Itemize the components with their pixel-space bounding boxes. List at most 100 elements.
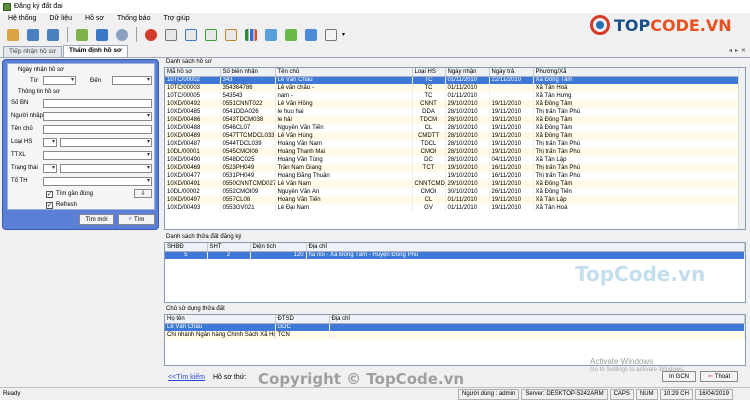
parcels-table[interactable]: SHBĐ SHT Diện tích Địa chỉ 5 2 120 ha noi - Xã… [164,242,746,303]
owners-column-header[interactable]: ĐTSD [275,315,330,324]
records-cell: 28/10/2010 [445,148,490,156]
records-cell: 19/11/2010 [489,140,534,148]
tab-tham-dinh[interactable]: Thẩm định hồ sơ [63,45,128,57]
ten-chu-input[interactable] [43,125,152,134]
records-row[interactable]: 10XD/00469 0523PH049 Trần Nam Giang TCT 19/1… [165,164,745,172]
records-row[interactable]: 10XD/00492 0551CNNT022 Lê Văn Hồng CNNT 29/1… [165,100,745,108]
approve-document-icon[interactable] [202,26,220,43]
menu-ho-so[interactable]: Hồ sơ [85,15,104,22]
records-cell: Xã Đồng Tâm [533,124,745,132]
menu-tro-giup[interactable]: Trợ giúp [163,15,189,22]
mail-icon[interactable] [322,26,340,43]
edit-document-icon[interactable] [182,26,200,43]
from-date-picker[interactable] [43,76,76,85]
date-range-label: Ngày nhận hồ sơ [18,67,64,73]
so-bn-input[interactable] [43,99,152,108]
bar-chart-icon[interactable] [242,26,260,43]
menu-he-thong[interactable]: Hệ thống [8,15,36,22]
tab-close-icon[interactable]: ✕ [741,47,746,54]
loai-hs-code-select[interactable] [43,138,57,147]
menu-du-lieu[interactable]: Dữ liệu [49,15,72,22]
refresh-checkbox[interactable]: ✓ [46,202,53,209]
owners-column-header[interactable]: Họ tên [165,315,276,324]
back-to-search-link[interactable]: <<Tìm kiếm [168,374,205,381]
parcels-column-header[interactable]: Địa chỉ [306,243,745,252]
records-row[interactable]: 10XD/00477 0531PH049 Hoàng Đăng Thuận 19/10… [165,172,745,180]
records-column-header[interactable]: Số biên nhận [220,68,276,77]
tab-tiep-nhan[interactable]: Tiếp nhận hồ sơ [3,46,63,57]
map-icon[interactable] [282,26,300,43]
ten-chu-label: Tên chủ [11,126,33,132]
tim-moi-button[interactable]: Tìm mới [79,214,114,225]
new-record-icon[interactable] [73,26,91,43]
chart-icon[interactable] [302,26,320,43]
records-row[interactable]: 10XD/00489 0547TTCMDCL033 Lê Văn Hùng CMDTT… [165,132,745,140]
records-cell: 0523PH049 [220,164,276,172]
parcels-column-header[interactable]: SHBĐ [165,243,208,252]
parcels-row[interactable]: 5 2 120 ha noi - Xã Đồng Tâm - Huyện Đồng P… [165,251,745,259]
records-row[interactable]: 10XD/00491 0550CNNTCMD027 Lê Văn Nam CNNTCM… [165,180,745,188]
move-down-button[interactable]: ⇩ [134,189,152,198]
open-icon[interactable] [4,26,22,43]
owners-column-header[interactable]: Địa chỉ [329,315,745,324]
owners-table[interactable]: Họ tên ĐTSD Địa chỉ Lê Văn Châu GDC Chi nhán… [164,314,746,366]
parcels-cell: ha noi - Xã Đồng Tâm - Huyện Đồng Phú [306,251,745,259]
records-cell: 10XD/00493 [165,204,221,212]
records-row[interactable]: 10TC/00002 343 Lê Văn Châu TC 01/11/2010 22/1… [165,76,745,84]
records-cell [489,92,534,100]
records-row[interactable]: 10XD/00487 0544TDCL039 Hoàng Văn Nam TDCL 28… [165,140,745,148]
mail-dropdown-arrow-icon[interactable]: ▾ [342,31,345,38]
records-column-header[interactable]: Ngày nhận [445,68,490,77]
records-cell: Thị trấn Tân Phú [533,108,745,116]
parcels-column-header[interactable]: Diện tích [250,243,307,252]
export-xml-icon[interactable] [24,26,42,43]
records-cell: 0552CMOI09 [220,188,276,196]
records-row[interactable]: 10XD/00493 0553GV021 Lê Đại Nam GV 01/11/201… [165,204,745,212]
records-cell: 10XD/00486 [165,116,221,124]
records-row[interactable]: 10XD/00490 0548DC025 Hoàng Văn Tùng DC 28/10… [165,156,745,164]
records-cell: 0551CNNT022 [220,100,276,108]
trang-thai-code-select[interactable] [43,164,57,173]
records-column-header[interactable]: Loại HS [412,68,446,77]
tab-next-icon[interactable]: ▸ [735,47,738,54]
import-xml-icon[interactable] [44,26,62,43]
owners-row[interactable]: Chi nhánh Ngân hàng Chính Sách Xã Hội TCN [165,331,745,339]
records-row[interactable]: 10XD/00488 0546CL07 Nguyễn Văn Tiến CL 28/10… [165,124,745,132]
tim-button[interactable]: ⌕ Tìm [118,214,155,225]
stop-icon[interactable] [142,26,160,43]
truck-icon[interactable] [93,26,111,43]
tab-prev-icon[interactable]: ◂ [729,47,732,54]
ttxl-select[interactable] [43,151,152,160]
records-row[interactable]: 10XD/00485 0541DDA026 le huu hai DDA 28/10/2… [165,108,745,116]
records-row[interactable]: 10XD/00486 0543TDCM038 le hải TDCM 28/10/201… [165,116,745,124]
owners-row[interactable]: Lê Văn Châu GDC [165,323,745,331]
to-th-select[interactable] [43,177,152,186]
parcels-column-header[interactable]: SHT [207,243,251,252]
records-cell: 10DL/00002 [165,188,221,196]
settings-icon[interactable] [113,26,131,43]
loai-hs-label: Loại HS [11,139,33,145]
thoat-button[interactable]: ⇦ Thoát [700,371,738,382]
document-icon[interactable] [162,26,180,43]
records-row[interactable]: 10TC/00003 354364786 Lê văn châu - TC 01/11/… [165,84,745,92]
records-column-header[interactable]: Mã hồ sơ [165,68,221,77]
records-row[interactable]: 10DL/00002 0552CMOI09 Nguyễn Văn An CMOI 30/… [165,188,745,196]
records-row[interactable]: 10XD/00497 0557CL08 Hoàng Văn Tiến CL 01/11/… [165,196,745,204]
records-scrollbar[interactable] [738,68,745,229]
records-table[interactable]: Mã hồ sơ Số biên nhận Tên chủ Loại HS Ngày n… [164,67,746,230]
records-column-header[interactable]: Ngày trả [489,68,534,77]
menu-thong-bao[interactable]: Thống báo [117,15,150,22]
checklist-icon[interactable] [222,26,240,43]
loai-hs-select[interactable] [60,138,152,147]
tim-gan-dung-checkbox[interactable]: ✓ [46,191,53,198]
trang-thai-select[interactable] [60,164,152,173]
records-row[interactable]: 10DL/00001 0545CMOI08 Hoàng Thanh Mai CMOI 2… [165,148,745,156]
image-icon[interactable] [262,26,280,43]
records-cell: TC [412,76,446,84]
toolbar: ▾ [0,24,560,45]
nguoi-nhap-select[interactable] [43,112,152,121]
records-column-header[interactable]: Phường/Xã [533,68,745,77]
to-date-picker[interactable] [112,76,152,85]
records-column-header[interactable]: Tên chủ [275,68,413,77]
records-row[interactable]: 10TC/00005 543543 nam - TC 01/11/2010 Xã Tân … [165,92,745,100]
